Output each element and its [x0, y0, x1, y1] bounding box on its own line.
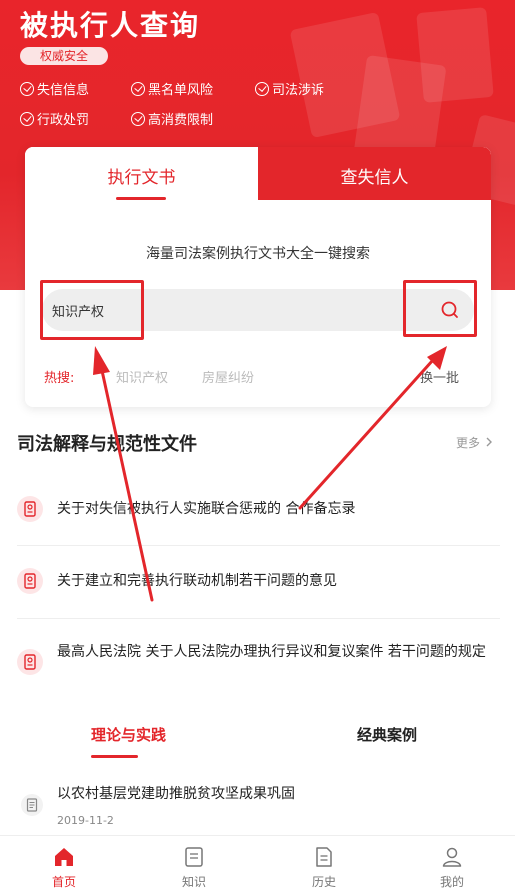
- tab-theory-practice[interactable]: 理论与实践: [91, 724, 166, 745]
- refresh-button[interactable]: 换一批: [420, 367, 459, 386]
- check-circle-icon: [20, 111, 34, 126]
- tab-dishonest-persons[interactable]: 查失信人: [258, 147, 491, 200]
- user-icon: [442, 847, 462, 867]
- section-title: 司法解释与规范性文件: [17, 434, 197, 455]
- active-tab-indicator: [91, 755, 138, 758]
- check-circle-icon: [20, 81, 34, 96]
- document-icon: [17, 649, 43, 675]
- tab-label: 查失信人: [340, 168, 409, 188]
- divider: [17, 545, 500, 546]
- document-icon: [17, 568, 43, 594]
- search-hint: 海量司法案例执行文书大全一键搜索: [146, 246, 370, 262]
- nav-label: 知识: [181, 875, 206, 889]
- article-icon: [21, 794, 43, 816]
- page-title: 被执行人查询: [20, 9, 201, 42]
- check-circle-icon: [131, 81, 145, 96]
- check-circle-icon: [131, 111, 145, 126]
- more-link[interactable]: 更多: [456, 434, 494, 451]
- home-icon: [55, 848, 73, 866]
- nav-label: 历史: [311, 875, 336, 889]
- highlight-box-search-input: [40, 280, 144, 340]
- hot-search-label: 热搜:: [44, 371, 75, 386]
- feature-item: 黑名单风险: [131, 79, 213, 98]
- hot-search-tag[interactable]: 知识产权: [116, 367, 168, 386]
- divider: [17, 618, 500, 619]
- book-icon: [185, 847, 203, 867]
- feature-item: 司法涉诉: [255, 79, 324, 98]
- feature-item: 行政处罚: [20, 109, 89, 128]
- active-tab-indicator: [116, 197, 166, 200]
- nav-knowledge[interactable]: 知识: [154, 836, 234, 895]
- list-item-title: 关于对失信被执行人实施联合惩戒的 合作备忘录: [57, 501, 356, 517]
- highlight-box-search-button: [403, 280, 477, 337]
- trust-badge: 权威安全: [20, 47, 108, 65]
- hot-search-tag[interactable]: 房屋纠纷: [202, 367, 254, 386]
- nav-label: 首页: [51, 875, 76, 889]
- more-label: 更多: [456, 436, 481, 450]
- article-title[interactable]: 以农村基层党建助推脱贫攻坚成果巩固: [57, 783, 295, 803]
- tab-label: 执行文书: [107, 168, 176, 188]
- nav-home[interactable]: 首页: [24, 836, 104, 895]
- feature-label: 高消费限制: [148, 113, 214, 128]
- feature-label: 行政处罚: [37, 113, 90, 128]
- feature-label: 失信信息: [37, 83, 90, 98]
- feature-item: 高消费限制: [131, 109, 213, 128]
- feature-label: 黑名单风险: [148, 83, 214, 98]
- chevron-right-icon: [486, 437, 492, 447]
- tab-execution-documents[interactable]: 执行文书: [25, 147, 258, 200]
- nav-history[interactable]: 历史: [284, 836, 364, 895]
- bottom-nav: 首页 知识 历史 我的: [0, 835, 515, 895]
- document-icon: [17, 496, 43, 522]
- feature-label: 司法涉诉: [272, 83, 325, 98]
- article-date: 2019-11-2: [57, 814, 114, 827]
- check-circle-icon: [255, 81, 269, 96]
- history-document-icon: [316, 847, 332, 867]
- decoration-document: [416, 7, 494, 103]
- nav-label: 我的: [439, 875, 464, 889]
- list-item-title: 关于建立和完善执行联动机制若干问题的意见: [57, 573, 337, 589]
- search-card: 执行文书 查失信人 海量司法案例执行文书大全一键搜索 热搜: 知识产权 房屋纠纷…: [25, 147, 491, 407]
- list-item-title: 最高人民法院 关于人民法院办理执行异议和复议案件 若干问题的规定: [57, 644, 486, 660]
- tab-classic-cases[interactable]: 经典案例: [357, 724, 417, 745]
- nav-profile[interactable]: 我的: [412, 836, 492, 895]
- feature-item: 失信信息: [20, 79, 89, 98]
